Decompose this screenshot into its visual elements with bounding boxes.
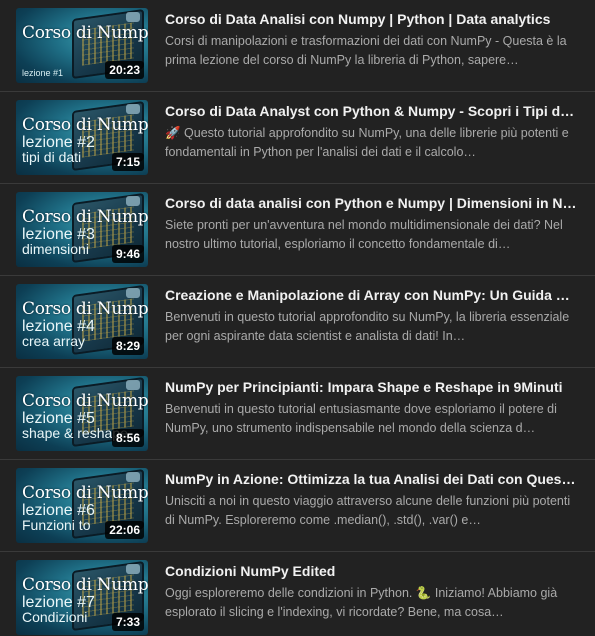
- video-title[interactable]: Corso di data analisi con Python e Numpy…: [165, 194, 577, 212]
- video-thumbnail[interactable]: Corso di Numpy lezione #5 shape & reshap…: [16, 376, 148, 451]
- duration-badge: 7:15: [111, 153, 144, 171]
- thumbnail-title: Corso di Numpy: [22, 115, 148, 135]
- logo-icon: [126, 104, 140, 114]
- video-list-item[interactable]: Corso di Numpy lezione #1 20:23 Corso di…: [0, 0, 595, 92]
- thumbnail-lesson: lezione #2: [22, 134, 95, 151]
- video-list: Corso di Numpy lezione #1 20:23 Corso di…: [0, 0, 595, 636]
- logo-icon: [126, 564, 140, 574]
- video-description: Oggi esploreremo delle condizioni in Pyt…: [165, 586, 558, 619]
- video-list-item[interactable]: Corso di Numpy lezione #7 Condizioni 7:3…: [0, 552, 595, 636]
- video-title[interactable]: NumPy in Azione: Ottimizza la tua Analis…: [165, 470, 577, 488]
- duration-badge: 7:33: [111, 613, 144, 631]
- video-description: Unisciti a noi in questo viaggio attrave…: [165, 494, 571, 527]
- video-title[interactable]: Corso di Data Analisi con Numpy | Python…: [165, 10, 577, 28]
- video-description: Benvenuti in questo tutorial approfondit…: [165, 310, 570, 343]
- thumbnail-title: Corso di Numpy: [22, 23, 148, 43]
- thumbnail-small-label: lezione #1: [22, 68, 64, 78]
- logo-icon: [126, 472, 140, 482]
- video-description: Corsi di manipolazioni e trasformazioni …: [165, 34, 567, 67]
- video-list-item[interactable]: Corso di Numpy lezione #6 Funzioni to 22…: [0, 460, 595, 552]
- video-title[interactable]: NumPy per Principianti: Impara Shape e R…: [165, 378, 577, 396]
- video-description: Benvenuti in questo tutorial entusiasman…: [165, 402, 557, 435]
- thumbnail-title: Corso di Numpy: [22, 483, 148, 503]
- video-thumbnail[interactable]: Corso di Numpy lezione #4 crea array 8:2…: [16, 284, 148, 359]
- thumbnail-lesson: lezione #5: [22, 410, 95, 427]
- video-title[interactable]: Condizioni NumPy Edited: [165, 562, 577, 580]
- thumbnail-title: Corso di Numpy: [22, 575, 148, 595]
- video-thumbnail[interactable]: Corso di Numpy lezione #6 Funzioni to 22…: [16, 468, 148, 543]
- duration-badge: 20:23: [105, 61, 144, 79]
- duration-badge: 22:06: [105, 521, 144, 539]
- video-title[interactable]: Creazione e Manipolazione di Array con N…: [165, 286, 577, 304]
- logo-icon: [126, 196, 140, 206]
- video-thumbnail[interactable]: Corso di Numpy lezione #7 Condizioni 7:3…: [16, 560, 148, 635]
- video-thumbnail[interactable]: Corso di Numpy lezione #3 dimensioni 9:4…: [16, 192, 148, 267]
- thumbnail-title: Corso di Numpy: [22, 207, 148, 227]
- video-description: Siete pronti per un'avventura nel mondo …: [165, 218, 563, 251]
- video-list-item[interactable]: Corso di Numpy lezione #3 dimensioni 9:4…: [0, 184, 595, 276]
- logo-icon: [126, 12, 140, 22]
- duration-badge: 9:46: [111, 245, 144, 263]
- thumbnail-title: Corso di Numpy: [22, 299, 148, 319]
- thumbnail-lesson: lezione #7: [22, 594, 95, 611]
- video-thumbnail[interactable]: Corso di Numpy lezione #2 tipi di dati 7…: [16, 100, 148, 175]
- video-list-item[interactable]: Corso di Numpy lezione #2 tipi di dati 7…: [0, 92, 595, 184]
- thumbnail-lesson: lezione #6: [22, 502, 95, 519]
- thumbnail-title: Corso di Numpy: [22, 391, 148, 411]
- logo-icon: [126, 288, 140, 298]
- duration-badge: 8:56: [111, 429, 144, 447]
- video-description: 🚀 Questo tutorial approfondito su NumPy,…: [165, 126, 569, 159]
- video-thumbnail[interactable]: Corso di Numpy lezione #1 20:23: [16, 8, 148, 83]
- video-list-item[interactable]: Corso di Numpy lezione #4 crea array 8:2…: [0, 276, 595, 368]
- video-list-item[interactable]: Corso di Numpy lezione #5 shape & reshap…: [0, 368, 595, 460]
- logo-icon: [126, 380, 140, 390]
- video-title[interactable]: Corso di Data Analyst con Python & Numpy…: [165, 102, 577, 120]
- thumbnail-lesson: lezione #3: [22, 226, 95, 243]
- duration-badge: 8:29: [111, 337, 144, 355]
- thumbnail-lesson: lezione #4: [22, 318, 95, 335]
